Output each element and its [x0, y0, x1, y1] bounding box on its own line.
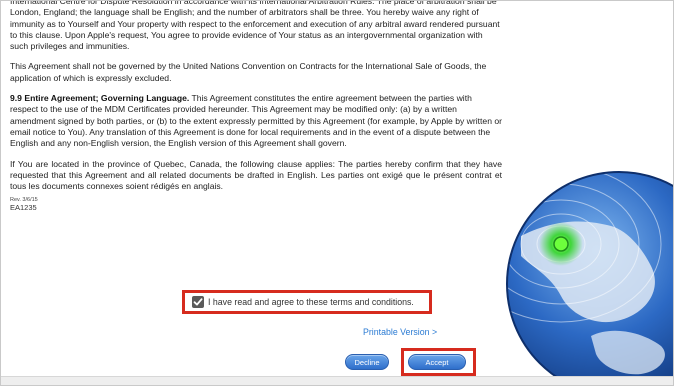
agreement-paragraph: 9.9 Entire Agreement; Governing Language…	[10, 93, 502, 149]
globe-icon	[460, 165, 673, 385]
agree-terms-row: I have read and agree to these terms and…	[182, 290, 432, 314]
printable-version-link[interactable]: Printable Version >	[363, 327, 437, 337]
accept-button[interactable]: Accept	[408, 354, 466, 370]
bottom-bar	[1, 376, 673, 385]
section-heading: 9.9 Entire Agreement; Governing Language…	[10, 93, 190, 104]
agreement-window: International Centre for Dispute Resolut…	[0, 0, 674, 386]
agreement-code: EA1235	[10, 203, 37, 213]
agreement-text: International Centre for Dispute Resolut…	[10, 1, 502, 213]
decline-button[interactable]: Decline	[345, 354, 389, 370]
agree-checkbox[interactable]	[192, 296, 204, 308]
checkmark-icon	[193, 298, 203, 306]
agreement-paragraph: If You are located in the province of Qu…	[10, 158, 502, 192]
agreement-paragraph: International Centre for Dispute Resolut…	[10, 0, 500, 52]
agree-label: I have read and agree to these terms and…	[208, 297, 414, 307]
agreement-paragraph: This Agreement shall not be governed by …	[10, 61, 487, 83]
